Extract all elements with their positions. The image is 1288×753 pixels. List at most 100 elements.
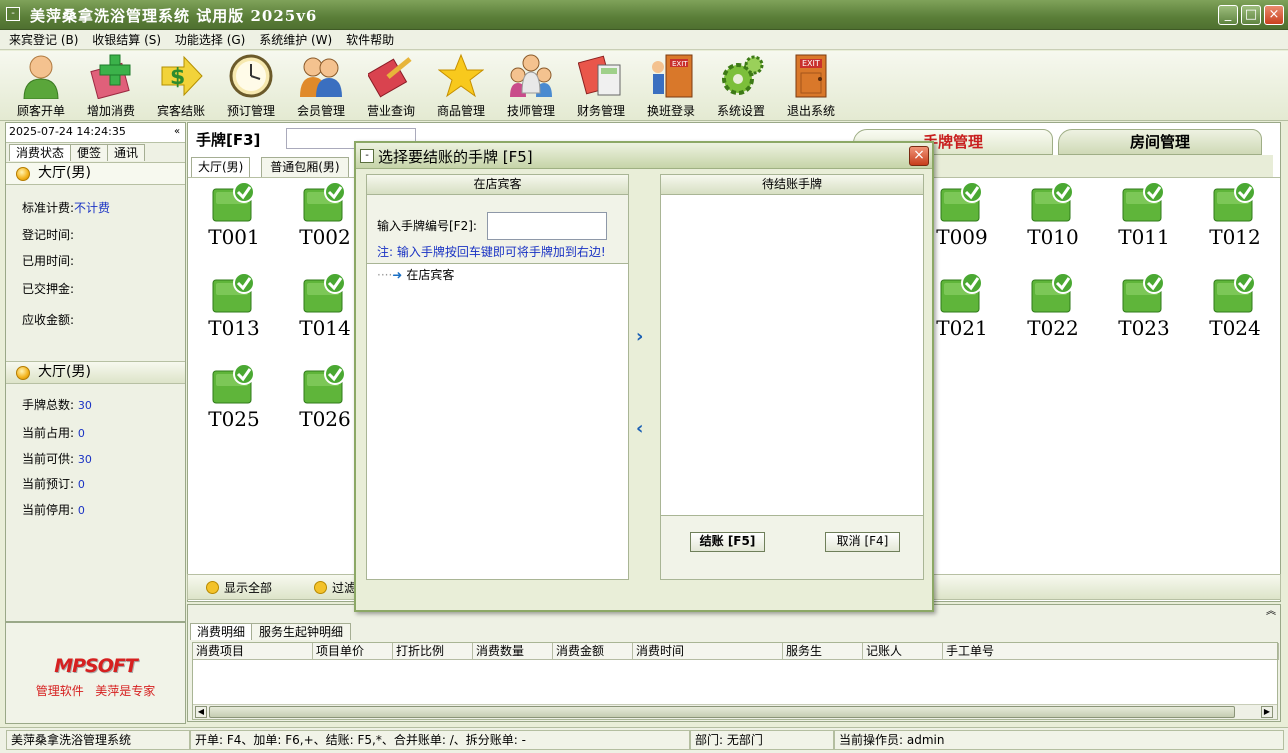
tag-available-icon: [1031, 181, 1075, 222]
toolbar-goods-button[interactable]: 商品管理: [426, 53, 496, 119]
add-gift-icon: [88, 53, 134, 99]
tag-card[interactable]: T021: [922, 272, 1002, 340]
tag-card[interactable]: T001: [194, 181, 274, 249]
toolbar-add-consume-button[interactable]: 增加消费: [76, 53, 146, 119]
exit-door-person-icon: EXIT: [648, 53, 694, 99]
toolbar-checkout-button[interactable]: $ 宾客结账: [146, 53, 216, 119]
tag-number-label: 手牌[F3]: [196, 131, 261, 149]
menu-help[interactable]: 软件帮助: [341, 30, 399, 50]
show-all-icon: [206, 581, 219, 594]
toolbar-settings-button[interactable]: 系统设置: [706, 53, 776, 119]
column-header[interactable]: 消费金额: [553, 643, 633, 660]
toolbar: 顾客开单 增加消费 $ 宾客结账 预订管理 会员管理 营业查询 商品管理 技师管…: [0, 51, 1288, 121]
minimize-button[interactable]: _: [1218, 5, 1238, 25]
stat-row-available: 当前可供: 30: [22, 452, 92, 466]
column-header[interactable]: 服务生: [783, 643, 863, 660]
gear-icon: [718, 53, 764, 99]
tab-private-room-male[interactable]: 普通包厢(男): [261, 157, 349, 178]
scroll-right-button[interactable]: ▶: [1261, 706, 1273, 718]
status-department: 部门: 无部门: [690, 730, 834, 750]
tag-card[interactable]: T014: [285, 272, 365, 340]
move-right-button[interactable]: ›: [636, 328, 650, 346]
column-header[interactable]: 手工单号: [943, 643, 1279, 660]
section-header-hall-stats: 大厅(男): [6, 361, 185, 384]
tag-number-field[interactable]: [487, 212, 607, 240]
tag-available-icon: [1213, 272, 1257, 313]
stat-row-total: 手牌总数: 30: [22, 398, 92, 412]
dialog-close-button[interactable]: ×: [909, 146, 929, 166]
maximize-button[interactable]: □: [1241, 5, 1261, 25]
toolbar-booking-button[interactable]: 预订管理: [216, 53, 286, 119]
menu-maintenance[interactable]: 系统维护 (W): [254, 30, 337, 50]
pending-checkout-header: 待结账手牌: [661, 175, 923, 195]
cancel-button[interactable]: 取消 [F4]: [825, 532, 900, 552]
close-button[interactable]: ×: [1264, 5, 1284, 25]
tab-notes[interactable]: 便签: [70, 144, 109, 161]
tag-input-note: 注: 输入手牌按回车键即可将手牌加到右边!: [377, 245, 606, 259]
toolbar-technician-button[interactable]: 技师管理: [496, 53, 566, 119]
toolbar-finance-button[interactable]: 财务管理: [566, 53, 636, 119]
toolbar-business-query-button[interactable]: 营业查询: [356, 53, 426, 119]
tag-card[interactable]: T002: [285, 181, 365, 249]
show-all-button[interactable]: 显示全部: [206, 579, 272, 596]
stat-row-occupied: 当前占用: 0: [22, 426, 85, 440]
scroll-thumb[interactable]: [209, 706, 1235, 718]
toolbar-members-button[interactable]: 会员管理: [286, 53, 356, 119]
tag-card[interactable]: T022: [1013, 272, 1093, 340]
tag-card[interactable]: T026: [285, 363, 365, 431]
tag-number: T012: [1209, 225, 1261, 249]
status-operator: 当前操作员: admin: [834, 730, 1284, 750]
pending-checkout-group: 待结账手牌 结账 [F5] 取消 [F4]: [660, 174, 924, 580]
tag-number: T023: [1118, 316, 1170, 340]
tab-consume-detail[interactable]: 消费明细: [190, 623, 253, 640]
tag-card[interactable]: T024: [1195, 272, 1275, 340]
tree-item-in-store-guests[interactable]: ····➜ 在店宾客: [377, 266, 454, 283]
tab-consume-status[interactable]: 消费状态: [9, 144, 72, 161]
tag-number: T025: [208, 407, 260, 431]
exit-door-icon: EXIT: [788, 53, 834, 99]
dialog-system-icon[interactable]: -: [360, 149, 374, 163]
move-left-button[interactable]: ‹: [636, 420, 650, 438]
toolbar-exit-button[interactable]: EXIT 退出系统: [776, 53, 846, 119]
tag-card[interactable]: T025: [194, 363, 274, 431]
column-header[interactable]: 消费时间: [633, 643, 783, 660]
menu-guest-register[interactable]: 来宾登记 (B): [4, 30, 83, 50]
menu-bar: 来宾登记 (B) 收银结算 (S) 功能选择 (G) 系统维护 (W) 软件帮助: [0, 30, 1288, 50]
tab-service-detail[interactable]: 服务生起钟明细: [251, 623, 352, 640]
toolbar-shift-login-button[interactable]: EXIT 换班登录: [636, 53, 706, 119]
star-icon: [438, 53, 484, 99]
column-header[interactable]: 消费数量: [473, 643, 553, 660]
tag-card[interactable]: T013: [194, 272, 274, 340]
detail-tabs: 消费明细 服务生起钟明细: [190, 623, 352, 640]
tag-card[interactable]: T023: [1104, 272, 1184, 340]
tag-card[interactable]: T011: [1104, 181, 1184, 249]
tag-available-icon: [1213, 181, 1257, 222]
horizontal-scrollbar[interactable]: ◀ ▶: [193, 704, 1277, 719]
detail-table-header: 消费项目 项目单价 打折比例 消费数量 消费金额 消费时间 服务生 记账人 手工单号: [193, 643, 1279, 660]
tag-card[interactable]: T012: [1195, 181, 1275, 249]
tab-contacts[interactable]: 通讯: [107, 144, 146, 161]
expand-detail-button[interactable]: ︽: [1265, 606, 1277, 618]
toolbar-open-order-button[interactable]: 顾客开单: [6, 53, 76, 119]
tag-card[interactable]: T009: [922, 181, 1002, 249]
menu-checkout[interactable]: 收银结算 (S): [87, 30, 166, 50]
pending-tag-list[interactable]: [661, 195, 923, 516]
tab-room-management[interactable]: 房间管理: [1058, 129, 1262, 155]
column-header[interactable]: 消费项目: [193, 643, 313, 660]
column-header[interactable]: 打折比例: [393, 643, 473, 660]
tag-available-icon: [303, 181, 347, 222]
tag-card[interactable]: T010: [1013, 181, 1093, 249]
collapse-left-panel-button[interactable]: «: [171, 126, 183, 138]
section-header-hall: 大厅(男): [6, 162, 185, 185]
menu-functions[interactable]: 功能选择 (G): [170, 30, 250, 50]
tab-hall-male[interactable]: 大厅(男): [191, 157, 251, 178]
scroll-left-button[interactable]: ◀: [195, 706, 207, 718]
system-menu-icon[interactable]: -: [6, 7, 20, 21]
tag-available-icon: [212, 181, 256, 222]
column-header[interactable]: 记账人: [863, 643, 943, 660]
column-header[interactable]: 项目单价: [313, 643, 393, 660]
checkout-button[interactable]: 结账 [F5]: [690, 532, 765, 552]
tag-available-icon: [303, 272, 347, 313]
tag-number: T001: [208, 225, 260, 249]
filter-button[interactable]: 过滤: [314, 579, 356, 596]
